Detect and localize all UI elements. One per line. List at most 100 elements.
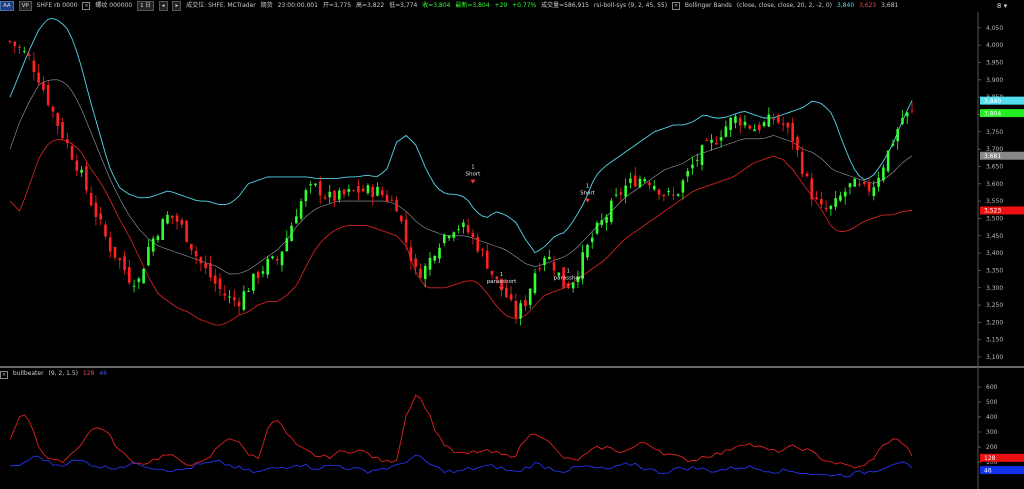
candle-body <box>638 178 642 188</box>
candle <box>734 114 737 129</box>
candle-body <box>104 224 107 237</box>
candle-body <box>161 219 165 240</box>
candle-body <box>309 184 312 186</box>
candle-body <box>505 287 508 298</box>
candle-body <box>342 189 346 195</box>
candle <box>395 196 398 212</box>
candle-body <box>662 194 666 197</box>
price-tick-label: 3,450 <box>986 233 1003 240</box>
bb-mid-line <box>9 79 913 275</box>
candle <box>8 40 12 44</box>
price-tick-label: 3,550 <box>986 198 1003 205</box>
candle <box>228 290 231 304</box>
candle-body <box>328 191 332 198</box>
candle-body <box>75 160 79 171</box>
price-tick-label: 3,400 <box>986 250 1003 257</box>
candle-body <box>32 60 36 73</box>
signal-marker: 1parasshort <box>554 269 584 288</box>
candle-body <box>151 238 155 252</box>
candle-body <box>390 199 394 201</box>
candle <box>710 134 713 151</box>
candle <box>27 49 31 61</box>
signal-label: parasshort <box>554 276 584 282</box>
candle <box>32 52 36 81</box>
price-tick-label: 3,350 <box>986 267 1003 274</box>
candle-body <box>614 194 618 196</box>
price-tick-label: 3,100 <box>986 354 1003 361</box>
candle <box>433 254 437 264</box>
candle-body <box>910 110 914 112</box>
candle-body <box>466 225 470 233</box>
candle <box>233 289 236 307</box>
candle-body <box>462 222 465 228</box>
candle-body <box>457 228 460 230</box>
candle <box>643 176 647 183</box>
candle-body <box>314 183 317 186</box>
candle <box>285 230 289 252</box>
candle <box>810 172 814 206</box>
candle <box>648 180 651 190</box>
candle <box>667 187 670 196</box>
candle <box>662 193 666 202</box>
candle-body <box>547 256 551 260</box>
candle <box>652 180 656 191</box>
candle <box>485 244 489 270</box>
candle <box>672 186 675 201</box>
candle <box>629 172 632 189</box>
candle-body <box>710 139 713 143</box>
candle <box>547 249 551 260</box>
candle-body <box>51 106 55 112</box>
candle-body <box>414 258 417 267</box>
candle <box>261 266 265 278</box>
candle <box>338 187 341 203</box>
candle-body <box>194 251 198 257</box>
candle <box>342 188 346 198</box>
candle-body <box>681 180 685 193</box>
candle-body <box>509 294 513 300</box>
candle <box>657 188 661 200</box>
candle <box>638 175 642 189</box>
signal-label: parasshort <box>487 279 517 285</box>
candle-body <box>719 137 723 141</box>
osc-tick-label: 300 <box>986 429 998 436</box>
candle <box>271 255 274 260</box>
candle <box>347 184 351 197</box>
candle <box>624 178 627 204</box>
candle <box>681 178 685 200</box>
candle <box>85 162 88 195</box>
candle-body <box>686 170 689 177</box>
candle-body <box>242 291 246 310</box>
candle <box>901 110 904 126</box>
candle-body <box>199 257 203 264</box>
candle <box>280 251 284 272</box>
candle <box>290 222 293 242</box>
candle <box>853 177 857 187</box>
candle-body <box>400 215 403 222</box>
candle-body <box>476 237 480 252</box>
candle <box>309 180 312 194</box>
price-chart[interactable]: 1Short1Short1parasshort1parasshort 4,050… <box>0 0 1024 489</box>
candle <box>867 177 871 196</box>
candle <box>304 188 308 207</box>
candle-body <box>376 186 379 196</box>
candle-body <box>657 189 661 195</box>
candle <box>390 195 394 201</box>
candle-body <box>128 267 131 283</box>
candle <box>538 262 542 272</box>
candle <box>676 193 680 197</box>
candle <box>118 257 122 269</box>
candle-body <box>896 129 899 142</box>
candle-body <box>295 216 298 224</box>
candle-body <box>380 190 384 196</box>
candle-body <box>748 125 752 129</box>
candle-body <box>204 263 207 269</box>
candle-body <box>99 213 102 220</box>
candle-body <box>395 200 398 212</box>
candle <box>123 251 126 275</box>
candle-body <box>438 247 441 259</box>
candle-body <box>762 122 766 127</box>
osc-tick-label: 400 <box>986 414 998 421</box>
candle-body <box>175 215 179 222</box>
osc-tag: 128 <box>980 453 1024 462</box>
candle-body <box>528 288 532 305</box>
